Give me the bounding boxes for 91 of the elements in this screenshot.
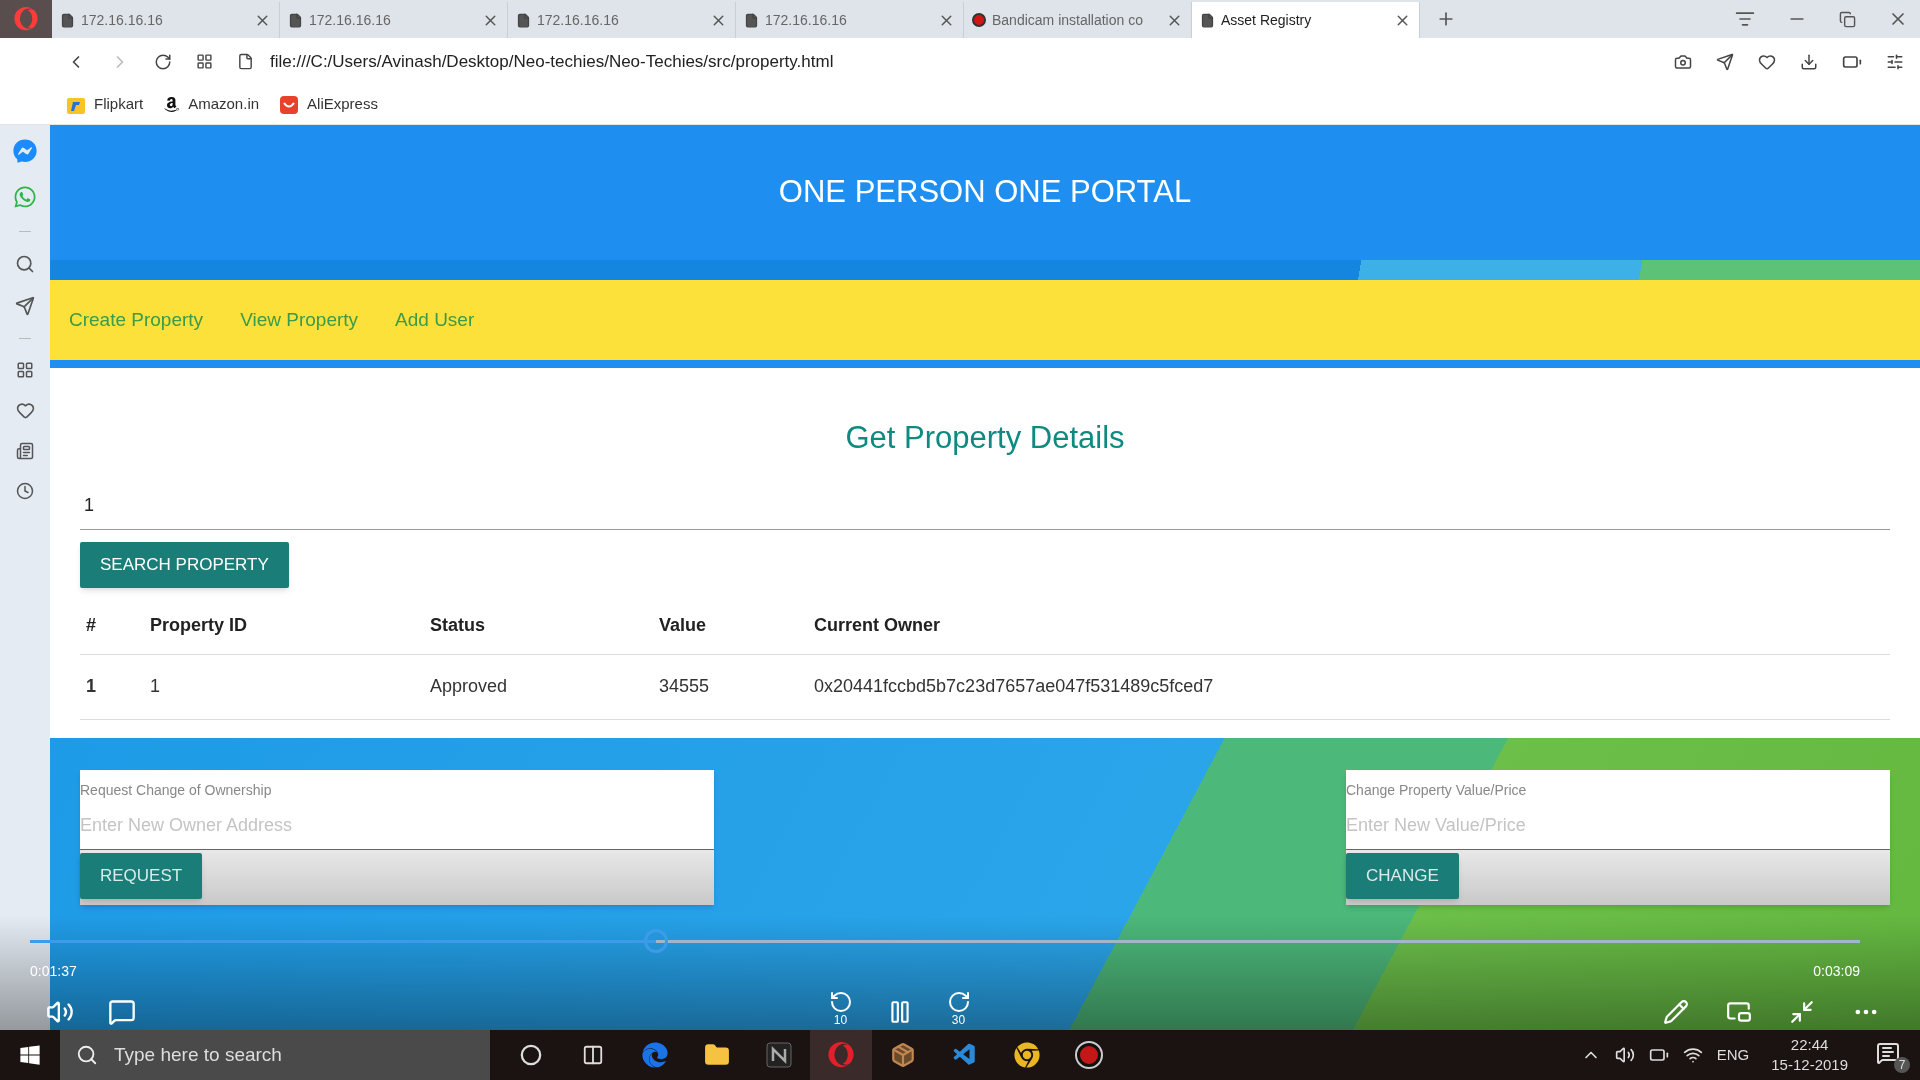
- table-cell-text: 0x20441fccbd5b7c23d7657ae047f531489c5fced7: [813, 675, 1215, 698]
- seek-track[interactable]: [30, 940, 1860, 943]
- bookmark[interactable]: Amazon.in: [163, 93, 260, 116]
- clock-time[interactable]: 22:44: [1790, 1035, 1829, 1055]
- rewind-icon: [828, 990, 853, 1014]
- nav-link[interactable]: Create Property: [69, 305, 204, 335]
- forward-icon: [946, 990, 971, 1014]
- tab-title: 172.16.16.16: [81, 10, 163, 30]
- smile-icon: [279, 94, 300, 115]
- task-view-icon: [582, 1044, 604, 1066]
- notifications-icon[interactable]: [1876, 1041, 1900, 1065]
- table-cell-text: Approved: [429, 675, 509, 698]
- folder-icon: [704, 1042, 730, 1068]
- page-icon: [516, 12, 531, 28]
- skip-forward-button[interactable]: 30: [940, 990, 977, 1034]
- app-icon: [766, 1042, 792, 1068]
- search-property-button[interactable]: SEARCH PROPERTY: [80, 541, 289, 588]
- opera-icon: [828, 1042, 854, 1068]
- column-header: Current Owner: [813, 614, 942, 637]
- column-header: Value: [658, 614, 708, 637]
- grid-icon[interactable]: [16, 361, 34, 379]
- page-icon: [288, 12, 303, 28]
- clock-icon[interactable]: [16, 482, 34, 500]
- column-header: #: [85, 614, 97, 637]
- column-header: Status: [429, 614, 486, 637]
- clock-date[interactable]: 15-12-2019: [1771, 1055, 1848, 1075]
- section-heading: Get Property Details: [844, 419, 1126, 457]
- messenger-icon[interactable]: [13, 139, 37, 163]
- page-icon: [60, 12, 75, 28]
- tab-title: 172.16.16.16: [765, 10, 847, 30]
- table-cell-text: 34555: [658, 675, 711, 698]
- restore-icon[interactable]: [1839, 10, 1856, 28]
- search-icon: [76, 1044, 98, 1066]
- language-indicator[interactable]: ENG: [1716, 1043, 1750, 1067]
- site-title: ONE PERSON ONE PORTAL: [778, 173, 1192, 212]
- notification-count: 7: [1894, 1057, 1910, 1073]
- total-time: 0:03:09: [1813, 962, 1860, 981]
- tab-title: 172.16.16.16: [537, 10, 619, 30]
- record-icon: [972, 13, 986, 27]
- tab-title: 172.16.16.16: [309, 10, 391, 30]
- box-icon: [890, 1042, 916, 1068]
- pencil-icon[interactable]: [1663, 999, 1689, 1025]
- heart-icon[interactable]: [15, 401, 35, 420]
- exit-fullscreen-icon[interactable]: [1789, 999, 1815, 1025]
- circle-icon: [520, 1044, 542, 1066]
- page-icon: [744, 12, 759, 28]
- browser-tab[interactable]: Asset Registry: [1192, 2, 1420, 38]
- input-field[interactable]: Enter New Owner Address: [80, 802, 714, 850]
- send-icon[interactable]: [15, 296, 35, 316]
- edge-icon: [642, 1042, 668, 1068]
- captions-icon[interactable]: [108, 998, 136, 1026]
- address-field[interactable]: file:///C:/Users/Avinash/Desktop/Neo-techies/Neo-Techies/src/property.html: [270, 48, 834, 75]
- search-field[interactable]: 1: [80, 481, 1890, 530]
- table-cell-text: 1: [149, 675, 161, 698]
- mini-player-icon[interactable]: [1726, 999, 1752, 1025]
- send-icon[interactable]: [1716, 52, 1734, 71]
- seek-thumb[interactable]: [643, 929, 668, 953]
- grid-icon[interactable]: [196, 53, 213, 70]
- heart-icon[interactable]: [1758, 52, 1776, 71]
- volume-icon[interactable]: [1614, 1045, 1635, 1065]
- camera-icon[interactable]: [1674, 52, 1692, 71]
- reload-icon[interactable]: [154, 52, 172, 71]
- record-icon: [1077, 1043, 1101, 1067]
- tab-title: Asset Registry: [1221, 10, 1312, 30]
- field-label: Request Change of Ownership: [80, 782, 272, 798]
- input-field[interactable]: Enter New Value/Price: [1346, 802, 1890, 850]
- nav-link[interactable]: View Property: [240, 305, 359, 335]
- taskbar-search-field[interactable]: Type here to search: [60, 1030, 490, 1080]
- page-icon: [237, 53, 254, 70]
- chrome-icon: [1014, 1042, 1040, 1068]
- submit-button[interactable]: CHANGE: [1346, 853, 1459, 899]
- wifi-icon[interactable]: [1682, 1045, 1703, 1065]
- bookmark[interactable]: Flipkart: [66, 93, 144, 116]
- bookmark[interactable]: AliExpress: [279, 93, 378, 116]
- column-header: Property ID: [149, 614, 249, 637]
- code-editor-icon: [952, 1042, 978, 1068]
- download-icon[interactable]: [1800, 52, 1818, 71]
- search-icon[interactable]: [15, 254, 35, 274]
- page-icon: [1200, 12, 1215, 28]
- news-icon[interactable]: [16, 442, 34, 460]
- field-label: Change Property Value/Price: [1346, 782, 1527, 798]
- nav-link[interactable]: Add User: [395, 305, 475, 335]
- skip-back-button[interactable]: 10: [822, 990, 859, 1034]
- submit-button[interactable]: REQUEST: [80, 853, 203, 899]
- windows-icon: [19, 1044, 41, 1066]
- tab-title: Bandicam installation co: [992, 10, 1143, 30]
- settings-icon[interactable]: [1886, 52, 1904, 71]
- amazon-icon: [163, 96, 181, 113]
- search-input[interactable]: Type here to search: [114, 1040, 414, 1070]
- table-cell-text: 1: [85, 675, 97, 698]
- tab-menu-icon[interactable]: [1735, 9, 1755, 29]
